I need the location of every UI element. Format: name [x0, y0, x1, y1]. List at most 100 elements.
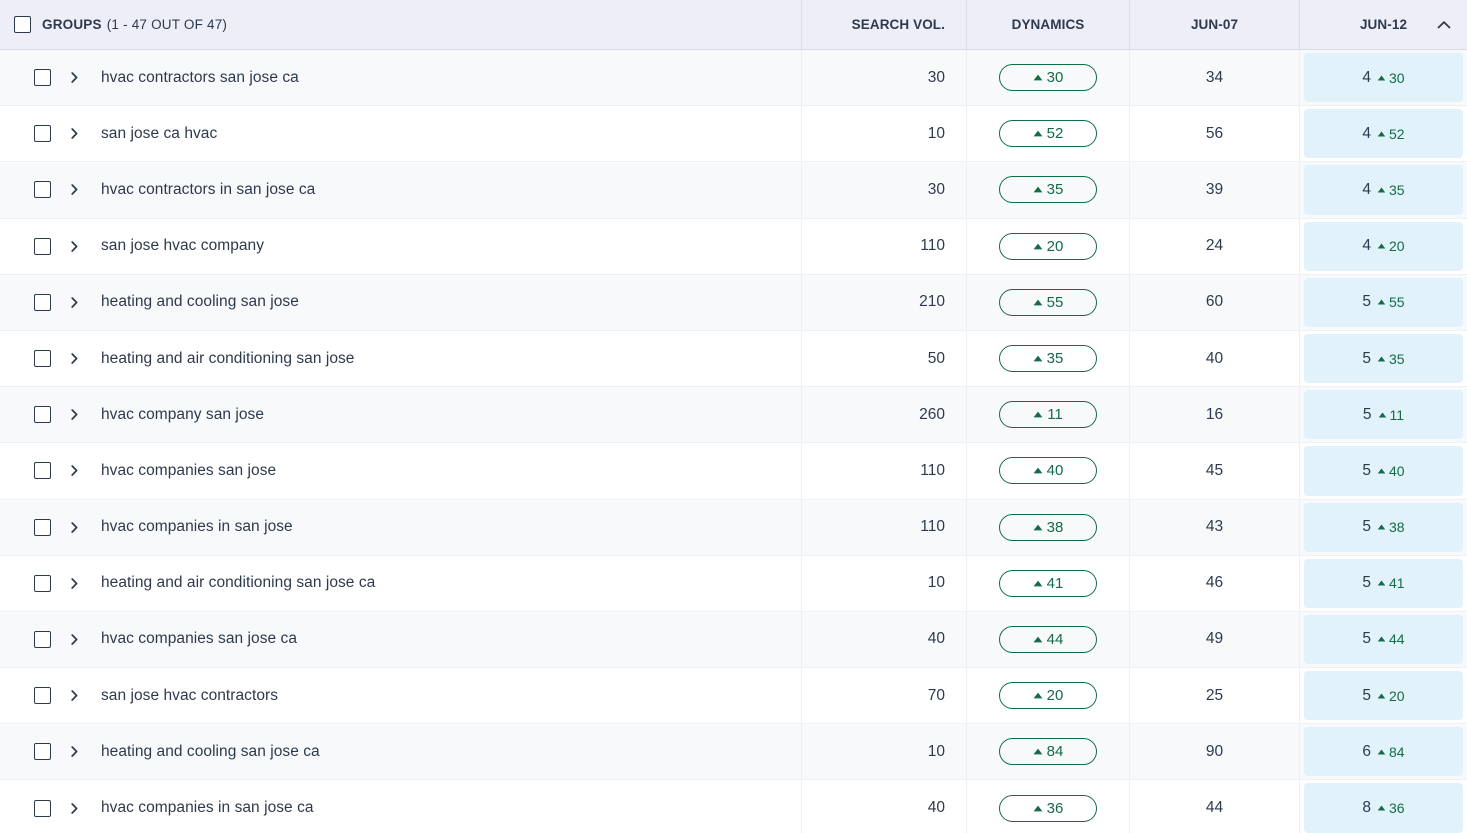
- jun-12-delta: 20: [1377, 688, 1405, 704]
- jun-12-delta: 38: [1377, 519, 1405, 535]
- row-select-checkbox[interactable]: [34, 631, 51, 648]
- dynamics-badge[interactable]: 30: [999, 64, 1097, 91]
- triangle-up-icon: [1377, 243, 1386, 249]
- expand-row-chevron-right-icon[interactable]: [68, 746, 80, 757]
- jun-12-highlight: 5 35: [1304, 334, 1463, 383]
- expand-row-chevron-right-icon[interactable]: [68, 522, 80, 533]
- table-row[interactable]: heating and cooling san jose ca 10 84 90…: [0, 724, 1467, 780]
- expand-row-chevron-right-icon[interactable]: [68, 690, 80, 701]
- table-row[interactable]: hvac companies san jose ca 40 44 49 5: [0, 612, 1467, 668]
- jun-12-rank: 5: [1362, 687, 1371, 705]
- row-cell-search-vol: 40: [802, 612, 967, 667]
- expand-row-chevron-right-icon[interactable]: [68, 634, 80, 645]
- row-select-checkbox[interactable]: [34, 687, 51, 704]
- jun-12-highlight: 5 55: [1304, 278, 1463, 327]
- dynamics-badge[interactable]: 35: [999, 176, 1097, 203]
- header-cell-jun-12[interactable]: JUN-12: [1300, 0, 1467, 50]
- table-row[interactable]: hvac contractors in san jose ca 30 35 39…: [0, 162, 1467, 218]
- dynamics-badge[interactable]: 36: [999, 795, 1097, 822]
- dynamics-value: 35: [1047, 181, 1064, 198]
- dynamics-badge[interactable]: 84: [999, 738, 1097, 765]
- row-select-checkbox[interactable]: [34, 69, 51, 86]
- row-cell-keyword: san jose ca hvac: [0, 106, 802, 161]
- keyword-rankings-table: GROUPS (1 - 47 OUT OF 47) SEARCH VOL. DY…: [0, 0, 1467, 833]
- expand-row-chevron-right-icon[interactable]: [68, 184, 80, 195]
- jun-12-delta-value: 84: [1389, 744, 1405, 760]
- row-cell-keyword: san jose hvac contractors: [0, 668, 802, 723]
- table-row[interactable]: heating and air conditioning san jose ca…: [0, 556, 1467, 612]
- expand-row-chevron-right-icon[interactable]: [68, 409, 80, 420]
- dynamics-badge[interactable]: 20: [999, 233, 1097, 260]
- row-select-checkbox[interactable]: [34, 462, 51, 479]
- jun-12-delta-value: 52: [1389, 126, 1405, 142]
- jun-07-value: 44: [1206, 799, 1223, 817]
- keyword-text: hvac companies san jose: [101, 462, 276, 480]
- table-row[interactable]: san jose ca hvac 10 52 56 4: [0, 106, 1467, 162]
- dynamics-badge[interactable]: 55: [999, 289, 1097, 316]
- jun-12-delta-value: 20: [1389, 238, 1405, 254]
- row-select-checkbox[interactable]: [34, 294, 51, 311]
- expand-row-chevron-right-icon[interactable]: [68, 297, 80, 308]
- header-cell-search-vol[interactable]: SEARCH VOL.: [802, 0, 967, 50]
- table-row[interactable]: hvac company san jose 260 11 16 5: [0, 387, 1467, 443]
- row-cell-search-vol: 10: [802, 556, 967, 611]
- dynamics-badge[interactable]: 44: [999, 626, 1097, 653]
- chevron-right-icon: [71, 72, 78, 83]
- dynamics-badge[interactable]: 38: [999, 514, 1097, 541]
- row-cell-search-vol: 40: [802, 780, 967, 833]
- table-row[interactable]: hvac companies in san jose ca 40 36 44 8: [0, 780, 1467, 833]
- jun-12-rank: 6: [1362, 743, 1371, 761]
- row-select-checkbox[interactable]: [34, 519, 51, 536]
- expand-row-chevron-right-icon[interactable]: [68, 353, 80, 364]
- triangle-up-icon: [1377, 693, 1386, 699]
- expand-row-chevron-right-icon[interactable]: [68, 578, 80, 589]
- table-row[interactable]: hvac companies san jose 110 40 45 5: [0, 443, 1467, 499]
- jun-12-highlight: 5 20: [1304, 671, 1463, 720]
- dynamics-badge[interactable]: 20: [999, 682, 1097, 709]
- jun-12-delta-value: 30: [1389, 70, 1405, 86]
- row-cell-jun-12: 5 38: [1300, 500, 1467, 555]
- jun-12-rank: 5: [1362, 293, 1371, 311]
- table-row[interactable]: san jose hvac contractors 70 20 25 5: [0, 668, 1467, 724]
- row-cell-keyword: hvac companies san jose ca: [0, 612, 802, 667]
- jun-12-rank: 5: [1362, 518, 1371, 536]
- jun-12-delta: 84: [1377, 744, 1405, 760]
- table-row[interactable]: hvac contractors san jose ca 30 30 34 4: [0, 50, 1467, 106]
- jun-12-rank: 4: [1362, 181, 1371, 199]
- row-cell-search-vol: 110: [802, 219, 967, 274]
- triangle-up-icon: [1033, 805, 1043, 812]
- row-select-checkbox[interactable]: [34, 238, 51, 255]
- header-cell-dynamics[interactable]: DYNAMICS: [967, 0, 1130, 50]
- row-cell-dynamics: 84: [967, 724, 1130, 779]
- search-vol-value: 110: [920, 462, 945, 480]
- collapse-button[interactable]: [1427, 0, 1461, 50]
- expand-row-chevron-right-icon[interactable]: [68, 128, 80, 139]
- expand-row-chevron-right-icon[interactable]: [68, 72, 80, 83]
- row-select-checkbox[interactable]: [34, 181, 51, 198]
- table-row[interactable]: heating and air conditioning san jose 50…: [0, 331, 1467, 387]
- dynamics-badge[interactable]: 52: [999, 120, 1097, 147]
- expand-row-chevron-right-icon[interactable]: [68, 803, 80, 814]
- search-vol-value: 110: [920, 518, 945, 536]
- dynamics-badge[interactable]: 41: [999, 570, 1097, 597]
- row-select-checkbox[interactable]: [34, 743, 51, 760]
- table-row[interactable]: hvac companies in san jose 110 38 43 5: [0, 500, 1467, 556]
- row-cell-dynamics: 52: [967, 106, 1130, 161]
- header-cell-jun-07[interactable]: JUN-07: [1130, 0, 1300, 50]
- table-row[interactable]: san jose hvac company 110 20 24 4: [0, 219, 1467, 275]
- dynamics-badge[interactable]: 35: [999, 345, 1097, 372]
- expand-row-chevron-right-icon[interactable]: [68, 465, 80, 476]
- row-select-checkbox[interactable]: [34, 125, 51, 142]
- dynamics-badge[interactable]: 11: [999, 401, 1097, 428]
- triangle-up-icon: [1033, 467, 1043, 474]
- expand-row-chevron-right-icon[interactable]: [68, 241, 80, 252]
- row-select-checkbox[interactable]: [34, 350, 51, 367]
- dynamics-badge[interactable]: 40: [999, 457, 1097, 484]
- dynamics-value: 36: [1047, 800, 1064, 817]
- table-row[interactable]: heating and cooling san jose 210 55 60 5: [0, 275, 1467, 331]
- row-select-checkbox[interactable]: [34, 575, 51, 592]
- row-select-checkbox[interactable]: [34, 800, 51, 817]
- select-all-checkbox[interactable]: [14, 16, 31, 33]
- row-select-checkbox[interactable]: [34, 406, 51, 423]
- jun-12-highlight: 6 84: [1304, 727, 1463, 776]
